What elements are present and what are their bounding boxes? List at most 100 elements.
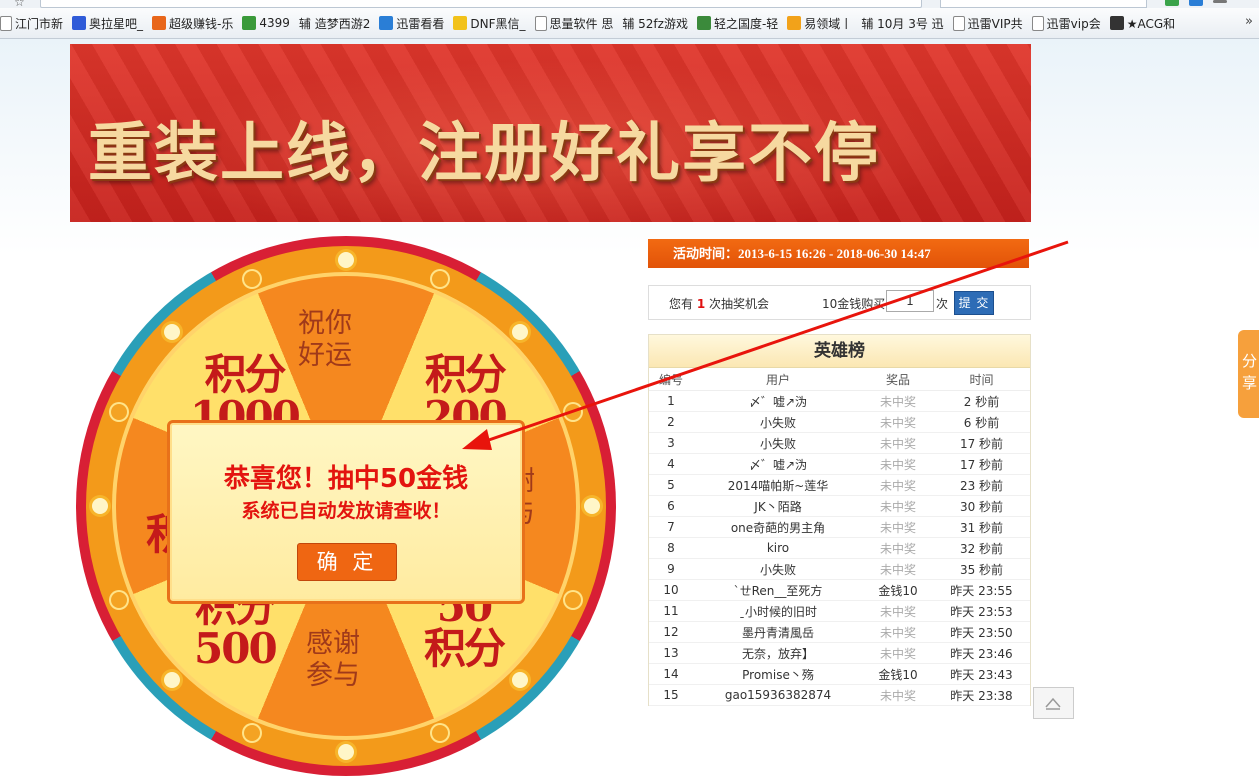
cell-user: JK丶陌路	[693, 495, 863, 517]
bookmark-item[interactable]: 辅 52fz游戏	[622, 15, 688, 32]
table-row: 13 无奈，放弃】 未中奖 昨天 23:46	[649, 642, 1030, 664]
table-row: 3 小失败 未中奖 17 秒前	[649, 432, 1030, 454]
cell-time: 31 秒前	[933, 516, 1030, 538]
bookmark-label: 思量软件 思	[549, 16, 614, 31]
cell-user: `ㄝRen__至死方	[693, 579, 863, 601]
bookmark-item[interactable]: 思量软件 思	[534, 15, 614, 32]
bookmark-item[interactable]: 超级赚钱-乐	[152, 15, 233, 32]
bookmark-item[interactable]: 迅雷看看	[379, 15, 444, 32]
table-row: 7 one奇葩的男主角 未中奖 31 秒前	[649, 516, 1030, 538]
bookmark-label: 易领域丨	[804, 16, 853, 31]
confirm-button[interactable]: 确 定	[297, 543, 397, 581]
wheel-light	[511, 324, 528, 341]
cell-num: 13	[649, 642, 693, 664]
cell-prize: 金钱10	[863, 663, 933, 685]
cell-prize: 未中奖	[863, 390, 933, 412]
bookmark-item[interactable]: DNF黑信_	[453, 15, 526, 32]
a-logo-icon	[787, 16, 802, 30]
cell-time: 2 秒前	[933, 390, 1030, 412]
toolbar-icons	[1165, 0, 1227, 6]
wheel-light	[584, 498, 600, 514]
wheel-light	[338, 252, 354, 268]
cell-prize: 未中奖	[863, 411, 933, 433]
draw-chance-text: 您有 1 次抽奖机会	[669, 295, 769, 312]
column-header: 编号	[649, 368, 693, 391]
cell-prize: 未中奖	[863, 558, 933, 580]
buy-quantity-input[interactable]: 1	[886, 290, 934, 312]
back-to-top-button[interactable]	[1033, 687, 1074, 719]
table-row: 15 gao15936382874 未中奖 昨天 23:38	[649, 684, 1030, 706]
win-dialog-subtitle: 系统已自动发放请查收！	[241, 500, 451, 522]
cell-prize: 未中奖	[863, 516, 933, 538]
cell-prize: 未中奖	[863, 474, 933, 496]
cell-user: 小失败	[693, 411, 863, 433]
bookmark-item[interactable]: 轻之国度-轻	[696, 15, 779, 32]
wheel-light	[243, 270, 260, 287]
cell-num: 11	[649, 600, 693, 622]
bookmark-item[interactable]: 迅雷VIP共	[952, 15, 1023, 32]
cell-user: 小失败	[693, 432, 863, 454]
cell-time: 30 秒前	[933, 495, 1030, 517]
wheel-light	[164, 324, 181, 341]
cat-logo-icon	[1109, 16, 1124, 30]
table-row: 1 〆゛嘘↗沩 未中奖 2 秒前	[649, 390, 1030, 412]
cell-user: 墨丹青清風岳	[693, 621, 863, 643]
table-row: 6 JK丶陌路 未中奖 30 秒前	[649, 495, 1030, 517]
grid-logo-icon	[152, 16, 167, 30]
cell-user: 2014喵帕斯~莲华	[693, 474, 863, 496]
cell-prize: 未中奖	[863, 621, 933, 643]
extension-icon[interactable]	[1189, 0, 1203, 6]
cell-num: 10	[649, 579, 693, 601]
page-icon	[1031, 15, 1044, 31]
table-row: 11 ˍ小时候的旧时 未中奖 昨天 23:53	[649, 600, 1030, 622]
win-dialog-title: 恭喜您！抽中50金钱	[223, 464, 469, 494]
bookmark-item[interactable]: 辅 10月 3号 迅	[861, 15, 943, 32]
table-row: 4 〆゛嘘↗沩 未中奖 17 秒前	[649, 453, 1030, 475]
activity-time-bar: 活动时间：2013-6-15 16:26 - 2018-06-30 14:47	[648, 239, 1029, 268]
bookmark-item[interactable]: 辅 造梦西游2	[299, 15, 370, 32]
cell-num: 7	[649, 516, 693, 538]
bookmark-label: 奥拉星吧_	[89, 16, 144, 31]
wheel-segment: 感谢 参与	[306, 628, 360, 692]
table-row: 2 小失败 未中奖 6 秒前	[649, 411, 1030, 433]
cell-time: 昨天 23:55	[933, 579, 1030, 601]
cell-num: 3	[649, 432, 693, 454]
cell-prize: 未中奖	[863, 642, 933, 664]
table-row: 12 墨丹青清風岳 未中奖 昨天 23:50	[649, 621, 1030, 643]
cell-num: 1	[649, 390, 693, 412]
draw-chance-count: 1	[696, 297, 706, 311]
cell-prize: 未中奖	[863, 537, 933, 559]
extension-icon[interactable]	[1165, 0, 1179, 6]
bookmark-item[interactable]: 江门市新	[0, 15, 63, 32]
bookmark-item[interactable]: 4399	[242, 16, 290, 30]
menu-icon[interactable]	[1213, 0, 1227, 3]
bookmarks-more-icon[interactable]: »	[1245, 14, 1253, 29]
search-box[interactable]	[940, 0, 1147, 8]
cell-time: 昨天 23:38	[933, 684, 1030, 706]
cell-time: 昨天 23:53	[933, 600, 1030, 622]
address-bar[interactable]	[40, 0, 922, 8]
share-tab[interactable]: 分享	[1238, 330, 1259, 418]
table-row: 9 小失败 未中奖 35 秒前	[649, 558, 1030, 580]
wheel-segment: 祝你 好运	[298, 308, 352, 372]
bookmark-item[interactable]: ★ACG和	[1109, 15, 1176, 32]
bookmarks-bar: 江门市新 奥拉星吧_ 超级赚钱-乐 4399 辅 造梦西游2 迅雷看看 DNF黑信_ 思量软件…	[0, 8, 1259, 39]
submit-button[interactable]: 提 交	[954, 291, 994, 315]
bookmark-label: ★ACG和	[1126, 16, 1176, 31]
table-row: 5 2014喵帕斯~莲华 未中奖 23 秒前	[649, 474, 1030, 496]
fish-logo-icon	[453, 16, 468, 30]
bookmark-label: 轻之国度-轻	[713, 16, 779, 31]
leaderboard-title: 英雄榜	[649, 335, 1030, 368]
cell-num: 12	[649, 621, 693, 643]
bookmark-item[interactable]: 奥拉星吧_	[72, 15, 143, 32]
cell-user: one奇葩的男主角	[693, 516, 863, 538]
cell-prize: 未中奖	[863, 600, 933, 622]
cell-time: 昨天 23:46	[933, 642, 1030, 664]
bookmark-item[interactable]: 迅雷vip会	[1031, 15, 1101, 32]
leaderboard-table: 编号 用户 奖品 时间 1 〆゛嘘↗沩 未中奖 2 秒前 2 小失败 未中奖 6 秒前 3 小失败 未中奖…	[649, 368, 1030, 706]
buy-unit-label: 次	[936, 297, 949, 311]
cell-num: 2	[649, 411, 693, 433]
cell-prize: 未中奖	[863, 453, 933, 475]
bookmark-item[interactable]: 易领域丨	[787, 15, 852, 32]
page-icon	[952, 15, 965, 31]
